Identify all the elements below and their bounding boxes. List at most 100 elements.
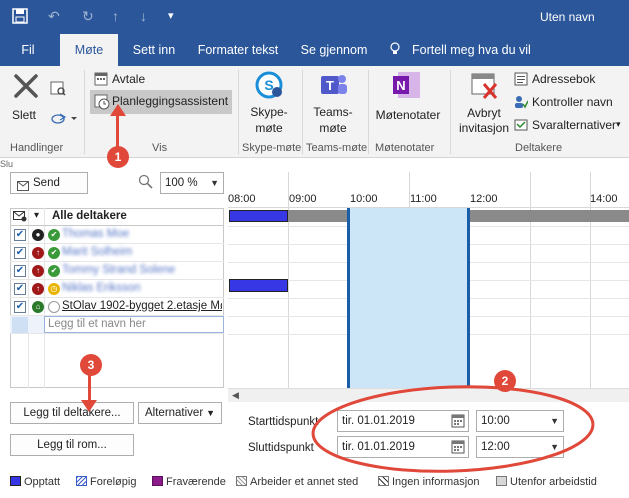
time-label: 10:00 bbox=[350, 193, 378, 205]
checkbox-icon[interactable]: ✔ bbox=[14, 265, 26, 277]
attendee-name[interactable]: StOlav 1902-bygget 2.etasje Møt bbox=[62, 300, 222, 312]
meeting-notes-label[interactable]: Møtenotater bbox=[372, 108, 444, 122]
truncated-label: Slu bbox=[0, 159, 14, 169]
lightbulb-icon[interactable] bbox=[390, 34, 400, 66]
send-button-label: Send bbox=[33, 177, 60, 189]
tab-format-text[interactable]: Formater tekst bbox=[192, 34, 284, 66]
group-label-view: Vis bbox=[152, 142, 168, 154]
accepted-icon: ✔ bbox=[48, 247, 60, 259]
delete-icon[interactable] bbox=[12, 72, 40, 103]
down-arrow-icon[interactable]: ↓ bbox=[140, 8, 147, 24]
cancel-label-1[interactable]: Avbryt bbox=[456, 106, 512, 120]
attendee-row[interactable]: ✔ ● ✔ Thomas Moe bbox=[10, 226, 224, 244]
checkbox-icon[interactable]: ✔ bbox=[14, 247, 26, 259]
attendee-name[interactable]: Niklas Eriksson bbox=[62, 282, 141, 294]
working-elsewhere-swatch-icon bbox=[236, 476, 247, 486]
attendee-name[interactable]: Tommy Strand Solene bbox=[62, 264, 175, 276]
svg-text:T: T bbox=[326, 78, 334, 93]
envelope-icon bbox=[13, 210, 27, 225]
chevron-down-icon: ▼ bbox=[210, 178, 219, 188]
teams-label-2[interactable]: møte bbox=[310, 121, 356, 135]
calendar-view-icon[interactable] bbox=[50, 80, 66, 99]
add-rooms-button[interactable]: Legg til rom... bbox=[10, 434, 134, 456]
outside-hours-swatch-icon bbox=[496, 476, 507, 486]
scheduling-assistant-label: Planleggingsassistent bbox=[112, 94, 229, 108]
required-attendee-icon: ↑ bbox=[32, 247, 44, 259]
chevron-down-icon: ▼ bbox=[206, 408, 215, 418]
teams-label-1[interactable]: Teams- bbox=[310, 105, 356, 119]
legend-busy: Opptatt bbox=[10, 476, 60, 488]
up-arrow-icon[interactable]: ↑ bbox=[112, 8, 119, 24]
checkbox-icon[interactable]: ✔ bbox=[14, 301, 26, 313]
attendee-name[interactable]: Marit Solheim bbox=[62, 246, 132, 258]
save-icon[interactable] bbox=[12, 8, 28, 27]
onenote-icon[interactable]: N bbox=[392, 70, 422, 103]
group-label-notes: Møtenotater bbox=[375, 142, 435, 154]
title-bar: ↶ ↻ ↑ ↓ ▾ Uten navn bbox=[0, 0, 629, 34]
meeting-time-selection[interactable] bbox=[347, 208, 470, 388]
customize-quick-access-icon[interactable]: ▾ bbox=[168, 8, 174, 24]
checkbox-icon[interactable]: ✔ bbox=[14, 283, 26, 295]
scroll-left-icon[interactable]: ◀ bbox=[232, 390, 239, 401]
status-column-icon: ▾ bbox=[34, 210, 40, 221]
attendee-row[interactable]: ✔ ⌂ StOlav 1902-bygget 2.etasje Møt bbox=[10, 298, 224, 316]
group-label-teams: Teams-møte bbox=[306, 142, 368, 154]
legend-working-elsewhere: Arbeider et annet sted bbox=[236, 476, 358, 488]
check-names-button[interactable]: Kontroller navn bbox=[532, 95, 613, 109]
tab-insert[interactable]: Sett inn bbox=[124, 34, 184, 66]
options-button-label: Alternativer bbox=[145, 407, 204, 419]
forward-icon[interactable] bbox=[50, 110, 78, 129]
away-swatch-icon bbox=[152, 476, 163, 486]
busy-block bbox=[229, 279, 288, 292]
address-book-button[interactable]: Adressebok bbox=[532, 72, 595, 86]
delete-button-label[interactable]: Slett bbox=[12, 108, 36, 122]
appointment-button[interactable]: Avtale bbox=[112, 72, 145, 86]
time-label: 09:00 bbox=[289, 193, 317, 205]
window-title: Uten navn bbox=[540, 10, 595, 24]
response-options-dropdown-icon[interactable]: ▾ bbox=[616, 119, 621, 130]
options-button[interactable]: Alternativer ▼ bbox=[138, 402, 222, 424]
response-options-icon[interactable] bbox=[514, 118, 528, 135]
legend-tentative: Foreløpig bbox=[76, 476, 136, 488]
send-button[interactable]: Send bbox=[10, 172, 88, 194]
attendee-row[interactable]: ✔ ↑ ✔ Tommy Strand Solene bbox=[10, 262, 224, 280]
time-label: 11:00 bbox=[410, 193, 437, 205]
teams-icon[interactable]: T bbox=[318, 70, 348, 103]
group-label-skype: Skype-møte bbox=[242, 142, 302, 154]
cancel-invitation-icon[interactable] bbox=[470, 72, 500, 103]
skype-icon[interactable]: S bbox=[254, 70, 284, 103]
appointment-icon[interactable] bbox=[94, 72, 108, 89]
response-options-button[interactable]: Svaralternativer bbox=[532, 118, 616, 132]
busy-block bbox=[229, 210, 288, 222]
zoom-select[interactable]: 100 % ▼ bbox=[160, 172, 224, 194]
add-attendee-row[interactable]: Legg til et navn her bbox=[10, 316, 224, 334]
check-names-icon[interactable] bbox=[514, 95, 529, 112]
skype-label-1[interactable]: Skype- bbox=[248, 105, 290, 119]
annotation-marker: 3 bbox=[80, 354, 102, 376]
zoom-magnifier-icon[interactable] bbox=[138, 174, 154, 193]
annotation-marker: 1 bbox=[107, 146, 129, 168]
checkbox-icon[interactable]: ✔ bbox=[14, 229, 26, 241]
address-book-icon[interactable] bbox=[514, 72, 528, 89]
undo-icon[interactable]: ↶ bbox=[48, 8, 60, 24]
attendee-row[interactable]: ✔ ↑ ◷ Niklas Eriksson bbox=[10, 280, 224, 298]
svg-text:N: N bbox=[396, 78, 405, 93]
skype-label-2[interactable]: møte bbox=[248, 121, 290, 135]
tab-meeting[interactable]: Møte bbox=[60, 34, 118, 66]
group-label-attendees: Deltakere bbox=[515, 142, 563, 154]
tell-me-search[interactable]: Fortell meg hva du vil gjøre bbox=[412, 34, 534, 89]
ribbon-tabs: Fil Møte Sett inn Formater tekst Se gjen… bbox=[0, 34, 629, 89]
cancel-label-2[interactable]: invitasjon bbox=[456, 121, 512, 135]
attendee-header-row: ▾ Alle deltakere bbox=[10, 208, 224, 226]
add-attendees-button[interactable]: Legg til deltakere... bbox=[10, 402, 134, 424]
tab-file[interactable]: Fil bbox=[8, 34, 48, 66]
add-name-input[interactable]: Legg til et navn her bbox=[48, 318, 146, 330]
tab-review[interactable]: Se gjennom bbox=[292, 34, 376, 66]
legend-outside-hours: Utenfor arbeidstid bbox=[496, 476, 597, 488]
legend-away: Fraværende bbox=[152, 476, 226, 488]
redo-icon[interactable]: ↻ bbox=[82, 8, 94, 24]
time-label: 12:00 bbox=[470, 193, 498, 205]
send-icon bbox=[17, 178, 29, 198]
attendee-row[interactable]: ✔ ↑ ✔ Marit Solheim bbox=[10, 244, 224, 262]
attendee-name[interactable]: Thomas Moe bbox=[62, 228, 129, 240]
